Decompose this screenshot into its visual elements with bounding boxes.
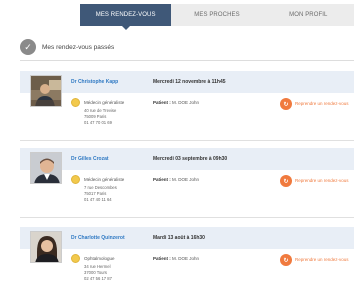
doctor-name-link[interactable]: Dr Christophe Kapp xyxy=(71,79,118,85)
rebook-link[interactable]: Reprendre un rendez-vous xyxy=(295,257,349,262)
doctor-photo xyxy=(30,231,62,263)
tab-mon-profil[interactable]: MON PROFIL xyxy=(263,4,354,26)
doctor-photo xyxy=(30,75,62,107)
card-divider xyxy=(20,217,354,218)
address-line: 34 rue Hermel xyxy=(84,264,111,269)
calendar-refresh-icon[interactable]: ↻ xyxy=(280,98,292,110)
patient-info: Patient : M. DOE John xyxy=(153,177,199,182)
appointment-date: Mercredi 12 novembre à 11h45 xyxy=(153,79,226,85)
patient-name: M. DOE John xyxy=(172,100,200,105)
doctor-photo xyxy=(30,152,62,184)
specialty-icon xyxy=(71,98,80,107)
section-divider xyxy=(20,60,354,61)
doctor-name-link[interactable]: Dr Gilles Crozat xyxy=(71,156,109,162)
address-line: 75009 Paris xyxy=(84,114,107,119)
check-icon: ✓ xyxy=(20,39,36,55)
tab-mes-proches[interactable]: MES PROCHES xyxy=(171,4,262,26)
calendar-refresh-icon[interactable]: ↻ xyxy=(280,254,292,266)
appointment-date: Mardi 13 août à 16h30 xyxy=(153,235,205,241)
phone-line: 01 47 70 01 69 xyxy=(84,120,112,125)
patient-label: Patient : xyxy=(153,256,171,261)
specialty-icon xyxy=(71,175,80,184)
address-line: 75017 Paris xyxy=(84,191,107,196)
patient-name: M. DOE John xyxy=(172,177,200,182)
tab-mes-rendez-vous[interactable]: MES RENDEZ-VOUS xyxy=(80,4,172,30)
patient-info: Patient : M. DOE John xyxy=(153,256,199,261)
doctor-name-link[interactable]: Dr Charlotte Quinzerot xyxy=(71,235,125,241)
specialty-label: Médecin généraliste xyxy=(84,177,125,182)
patient-name: M. DOE John xyxy=(172,256,200,261)
specialty-label: Ophtalmologue xyxy=(84,256,115,261)
specialty-icon xyxy=(71,254,80,263)
tab-bar: MES RENDEZ-VOUS MES PROCHES MON PROFIL xyxy=(80,4,354,30)
phone-line: 01 47 40 11 64 xyxy=(84,197,112,202)
appointment-date: Mercredi 03 septembre à 09h30 xyxy=(153,156,228,162)
appointment-card: Dr Gilles Crozat Mercredi 03 septembre à… xyxy=(20,148,354,218)
patient-label: Patient : xyxy=(153,100,171,105)
address-line: 7 rue Descombes xyxy=(84,185,117,190)
patient-info: Patient : M. DOE John xyxy=(153,100,199,105)
past-appointments-header: ✓ Mes rendez-vous passés xyxy=(20,36,354,58)
address-line: 37000 Tours xyxy=(84,270,107,275)
address-line: 40 rue de Trevise xyxy=(84,108,117,113)
rebook-link[interactable]: Reprendre un rendez-vous xyxy=(295,101,349,106)
card-divider xyxy=(20,140,354,141)
appointment-card: Dr Christophe Kapp Mercredi 12 novembre … xyxy=(20,71,354,141)
rebook-link[interactable]: Reprendre un rendez-vous xyxy=(295,178,349,183)
specialty-label: Médecin généraliste xyxy=(84,100,125,105)
calendar-refresh-icon[interactable]: ↻ xyxy=(280,175,292,187)
phone-line: 02 47 56 17 87 xyxy=(84,276,112,281)
section-title: Mes rendez-vous passés xyxy=(42,43,115,51)
appointment-card: Dr Charlotte Quinzerot Mardi 13 août à 1… xyxy=(20,227,354,289)
patient-label: Patient : xyxy=(153,177,171,182)
